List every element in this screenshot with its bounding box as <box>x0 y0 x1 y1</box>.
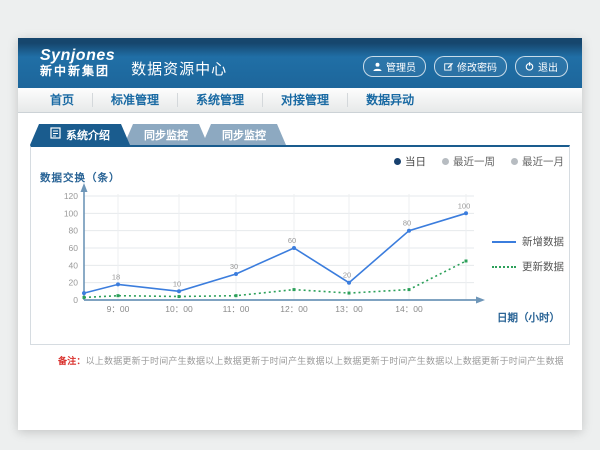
svg-text:120: 120 <box>64 191 78 201</box>
svg-text:100: 100 <box>458 201 471 210</box>
radio-dot-icon <box>511 158 518 165</box>
footer-note: 备注：以上数据更新于时间产生数据以上数据更新于时间产生数据以上数据更新于时间产生… <box>58 354 563 367</box>
logout-button[interactable]: 退出 <box>515 56 568 77</box>
nav-item-4[interactable]: 对接管理 <box>263 93 348 107</box>
note-text: 以上数据更新于时间产生数据以上数据更新于时间产生数据以上数据更新于时间产生数据以… <box>86 356 563 366</box>
svg-text:10：00: 10：00 <box>165 304 193 314</box>
edit-icon <box>444 62 453 71</box>
svg-text:60: 60 <box>69 243 79 253</box>
svg-text:60: 60 <box>288 236 296 245</box>
svg-text:10: 10 <box>173 279 181 288</box>
nav-item-1[interactable]: 首页 <box>32 93 93 107</box>
svg-text:13：00: 13：00 <box>335 304 363 314</box>
time-filter-2[interactable]: 最近一周 <box>442 154 495 169</box>
note-prefix: 备注： <box>58 356 86 366</box>
svg-text:18: 18 <box>112 272 120 281</box>
time-filter-3[interactable]: 最近一月 <box>511 154 564 169</box>
logo: Synjones 新中新集团 <box>40 48 115 77</box>
svg-text:40: 40 <box>69 260 79 270</box>
legend-item-1[interactable]: 新增数据 <box>492 234 564 249</box>
time-filter-1[interactable]: 当日 <box>394 154 426 169</box>
svg-text:80: 80 <box>403 219 411 228</box>
x-axis-title: 日期（小时） <box>497 310 560 325</box>
logo-company: 新中新集团 <box>40 65 115 78</box>
svg-text:30: 30 <box>230 262 238 271</box>
time-filter-group: 当日 最近一周 最近一月 <box>394 154 564 169</box>
tab-bar: 系统介绍同步监控同步监控 <box>30 124 280 145</box>
series-legend: 新增数据更新数据 <box>492 234 564 274</box>
logo-brand: Synjones <box>40 48 115 65</box>
legend-line-icon <box>492 266 516 268</box>
svg-text:14：00: 14：00 <box>395 304 423 314</box>
nav-item-5[interactable]: 数据异动 <box>348 93 432 107</box>
tab-1[interactable]: 系统介绍 <box>30 124 130 145</box>
nav-item-3[interactable]: 系统管理 <box>178 93 263 107</box>
user-icon <box>373 62 382 71</box>
tab-3[interactable]: 同步监控 <box>202 124 286 145</box>
svg-text:11：00: 11：00 <box>223 304 250 314</box>
svg-text:80: 80 <box>69 226 79 236</box>
svg-text:9：00: 9：00 <box>107 304 130 314</box>
document-icon <box>50 127 61 142</box>
nav-item-2[interactable]: 标准管理 <box>93 93 178 107</box>
legend-item-2[interactable]: 更新数据 <box>492 259 564 274</box>
svg-text:12：00: 12：00 <box>280 304 308 314</box>
app-header: Synjones 新中新集团 数据资源中心 管理员修改密码退出 <box>18 38 582 88</box>
header-actions: 管理员修改密码退出 <box>363 56 568 77</box>
radio-dot-icon <box>394 158 401 165</box>
main-nav: 首页标准管理系统管理对接管理数据异动 <box>18 88 582 113</box>
legend-line-icon <box>492 241 516 243</box>
power-icon <box>525 62 534 71</box>
page-title: 数据资源中心 <box>131 58 227 79</box>
svg-text:100: 100 <box>64 208 78 218</box>
svg-text:20: 20 <box>69 278 79 288</box>
user-button[interactable]: 管理员 <box>363 56 426 77</box>
svg-text:0: 0 <box>73 295 78 305</box>
chart-svg: 0 20 40 60 80 100 120 9：00 10：00 11：00 12：00 13：00 1… <box>38 178 493 326</box>
password-button[interactable]: 修改密码 <box>434 56 507 77</box>
tab-2[interactable]: 同步监控 <box>124 124 208 145</box>
svg-text:20: 20 <box>343 271 351 280</box>
page: Synjones 新中新集团 数据资源中心 管理员修改密码退出 首页标准管理系统… <box>18 38 582 430</box>
line-chart: 0 20 40 60 80 100 120 9：00 10：00 11：00 12：00 13：00 1… <box>38 178 493 326</box>
radio-dot-icon <box>442 158 449 165</box>
